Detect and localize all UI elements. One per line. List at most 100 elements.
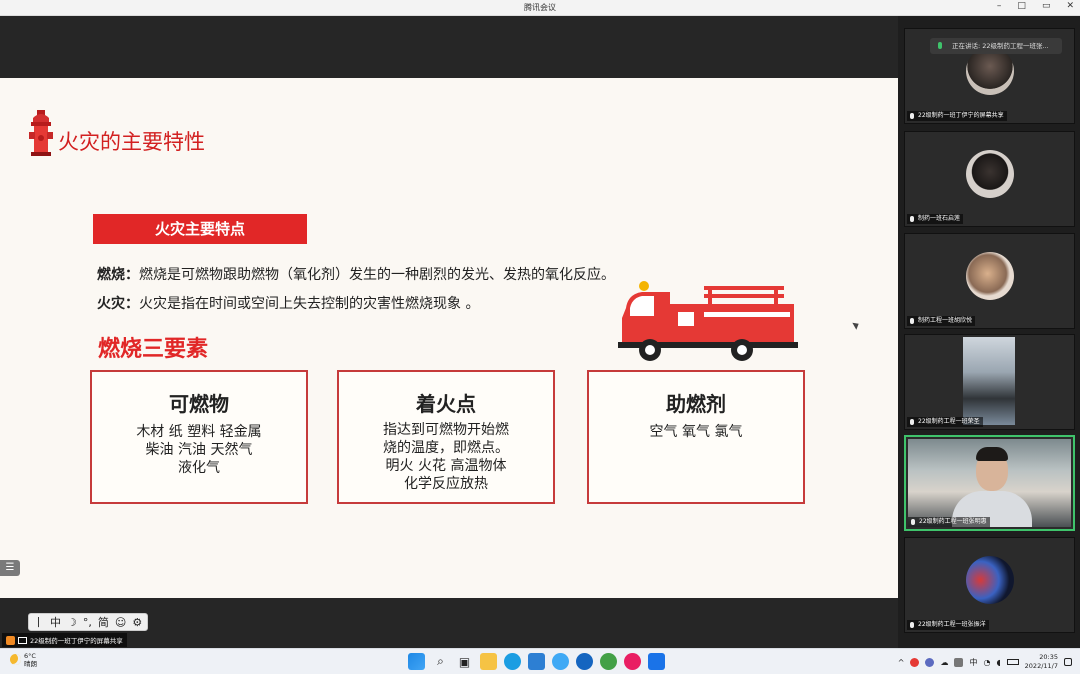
close-button[interactable]: ✕ (1066, 1, 1074, 11)
name-text: 制药一班石启莲 (918, 215, 961, 222)
participant-tile[interactable]: 22级制药工程一班荣圣 (904, 334, 1075, 430)
mic-icon (910, 113, 914, 119)
window-title: 腾讯会议 (524, 3, 556, 12)
box-line: 化学反应放热 (404, 476, 488, 492)
battery-icon[interactable] (1006, 659, 1019, 665)
avatar (966, 556, 1014, 604)
avatar (966, 252, 1014, 300)
section-bar-title: 火灾主要特点 (93, 214, 307, 244)
ime-lang-toggle[interactable]: 中 (50, 614, 61, 630)
participant-name: 制药工程一班胡欣悦 (907, 316, 976, 326)
fire-text: 火灾是指在时间或空间上失去控制的灾害性燃烧现象 。 (139, 296, 480, 312)
window-titlebar: 腾讯会议 – □ ▭ ✕ (0, 0, 1080, 16)
windows-taskbar: 6°C 晴朗 ⌕ ▣ ^ ☁ 中 ◔ ◖ 20:35 2022/11/7 (0, 648, 1080, 674)
shared-screen: 火灾的主要特性 火灾主要特点 燃烧：燃烧是可燃物跟助燃物（氧化剂）发生的一种剧烈… (0, 16, 898, 648)
three-elements-title: 燃烧三要素 (98, 337, 209, 362)
fire-label: 火灾： (97, 296, 139, 312)
element-box-combustible: 可燃物 木材 纸 塑料 轻金属 柴油 汽油 天然气 液化气 (90, 370, 308, 504)
wifi-icon[interactable]: ◔ (983, 658, 990, 667)
mic-icon (910, 318, 914, 324)
combustion-text: 燃烧是可燃物跟助燃物（氧化剂）发生的一种剧烈的发光、发热的氧化反应。 (139, 267, 615, 283)
emoji-icon[interactable]: ☺ (115, 616, 126, 629)
element-box-oxidizer: 助燃剂 空气 氧气 氯气 (587, 370, 805, 504)
notification-icon[interactable] (1064, 658, 1072, 666)
task-view-icon[interactable]: ▣ (456, 653, 473, 670)
store-icon[interactable] (528, 653, 545, 670)
box-heading: 助燃剂 (666, 392, 726, 416)
participant-tile[interactable]: 制药一班石启莲 (904, 131, 1075, 227)
moon-icon[interactable]: ☽ (67, 616, 77, 629)
box-heading: 可燃物 (169, 392, 229, 416)
name-text: 22级制药工程一班张振洋 (918, 621, 986, 628)
weather-widget[interactable]: 6°C 晴朗 (10, 652, 37, 668)
box-line: 烧的温度，即燃点。 (383, 440, 509, 456)
speaking-text: 正在讲话: 22级制药工程一班张... (952, 42, 1049, 50)
participant-tile[interactable]: 制药工程一班胡欣悦 (904, 233, 1075, 329)
camera-video (963, 337, 1015, 425)
volume-icon[interactable]: ◖ (996, 658, 1000, 667)
mic-icon (911, 519, 915, 525)
fire-definition: 火灾：火灾是指在时间或空间上失去控制的灾害性燃烧现象 。 (97, 293, 479, 313)
cloud-icon[interactable]: ☁ (940, 658, 948, 667)
screen-share-label: 22级制药一班丁伊宁的屏幕共享 (2, 633, 127, 647)
tencent-meeting-icon[interactable] (648, 653, 665, 670)
list-toggle-icon[interactable]: ☰ (0, 560, 20, 576)
app-icon[interactable] (600, 653, 617, 670)
tray-app-icon[interactable] (954, 657, 964, 667)
participant-name: 22级制药工程一班张明惠 (908, 517, 990, 527)
file-explorer-icon[interactable] (480, 653, 497, 670)
browser-icon[interactable] (552, 653, 569, 670)
tray-app-icon[interactable] (925, 657, 935, 667)
box-body: 空气 氧气 氯气 (589, 423, 803, 441)
app-icon[interactable] (624, 653, 641, 670)
simplified-toggle[interactable]: 简 (98, 614, 109, 630)
speaking-indicator: 正在讲话: 22级制药工程一班张... (930, 38, 1062, 54)
clock-date: 2022/11/7 (1024, 662, 1058, 670)
app-icon[interactable] (576, 653, 593, 670)
window-controls: – □ ▭ ✕ (997, 1, 1074, 11)
name-text: 22级制药一班丁伊宁的屏幕共享 (918, 112, 1004, 119)
restore-button[interactable]: ▭ (1042, 1, 1051, 11)
element-box-ignition-point: 着火点 指达到可燃物开始燃 烧的温度，即燃点。 明火 火花 高温物体 化学反应放… (337, 370, 555, 504)
box-line: 液化气 (178, 460, 220, 476)
participant-tile-active-speaker[interactable]: 22级制药工程一班张明惠 (904, 435, 1075, 531)
mouse-cursor-icon (852, 320, 861, 330)
settings-gear-icon[interactable]: ⚙ (132, 616, 142, 629)
weather-desc: 晴朗 (24, 660, 37, 668)
participant-name: 制药一班石启莲 (907, 214, 964, 224)
mic-icon (910, 622, 914, 628)
chevron-up-icon[interactable]: ^ (898, 658, 905, 667)
minimize-button[interactable]: □ (1017, 1, 1026, 11)
combustion-label: 燃烧： (97, 267, 139, 283)
clock[interactable]: 20:35 2022/11/7 (1025, 653, 1058, 671)
box-body: 木材 纸 塑料 轻金属 柴油 汽油 天然气 液化气 (92, 423, 306, 477)
punctuation-icon[interactable]: °, (83, 616, 92, 629)
moon-icon (10, 654, 21, 665)
box-line: 柴油 汽油 天然气 (145, 442, 253, 458)
name-text: 22级制药工程一班张明惠 (919, 518, 987, 525)
ime-handle-icon[interactable]: 丨 (33, 614, 44, 630)
mic-icon (910, 216, 914, 222)
ime-toolbar: 丨 中 ☽ °, 简 ☺ ⚙ (28, 613, 148, 631)
search-icon[interactable]: ⌕ (432, 653, 449, 670)
participant-name: 22级制药工程一班张振洋 (907, 620, 989, 630)
combustion-definition: 燃烧：燃烧是可燃物跟助燃物（氧化剂）发生的一种剧烈的发光、发热的氧化反应。 (97, 264, 615, 284)
participant-tile[interactable]: 22级制药工程一班张振洋 (904, 537, 1075, 633)
pin-button[interactable]: – (997, 1, 1002, 11)
name-text: 制药工程一班胡欣悦 (918, 317, 973, 324)
language-indicator[interactable]: 中 (969, 657, 977, 668)
box-line: 指达到可燃物开始燃 (383, 422, 509, 438)
edge-browser-icon[interactable] (504, 653, 521, 670)
tray-app-icon[interactable] (910, 657, 920, 667)
avatar (966, 150, 1014, 198)
system-tray: ^ ☁ 中 ◔ ◖ 20:35 2022/11/7 (898, 653, 1072, 671)
participant-name: 22级制药工程一班荣圣 (907, 417, 983, 427)
name-text: 22级制药工程一班荣圣 (918, 418, 980, 425)
box-heading: 着火点 (416, 392, 476, 416)
avatar (966, 47, 1014, 95)
user-icon (6, 635, 15, 645)
mic-icon (910, 419, 914, 425)
share-label-text: 22级制药一班丁伊宁的屏幕共享 (30, 637, 123, 645)
box-line: 明火 火花 高温物体 (385, 458, 507, 474)
windows-start-icon[interactable] (408, 653, 425, 670)
